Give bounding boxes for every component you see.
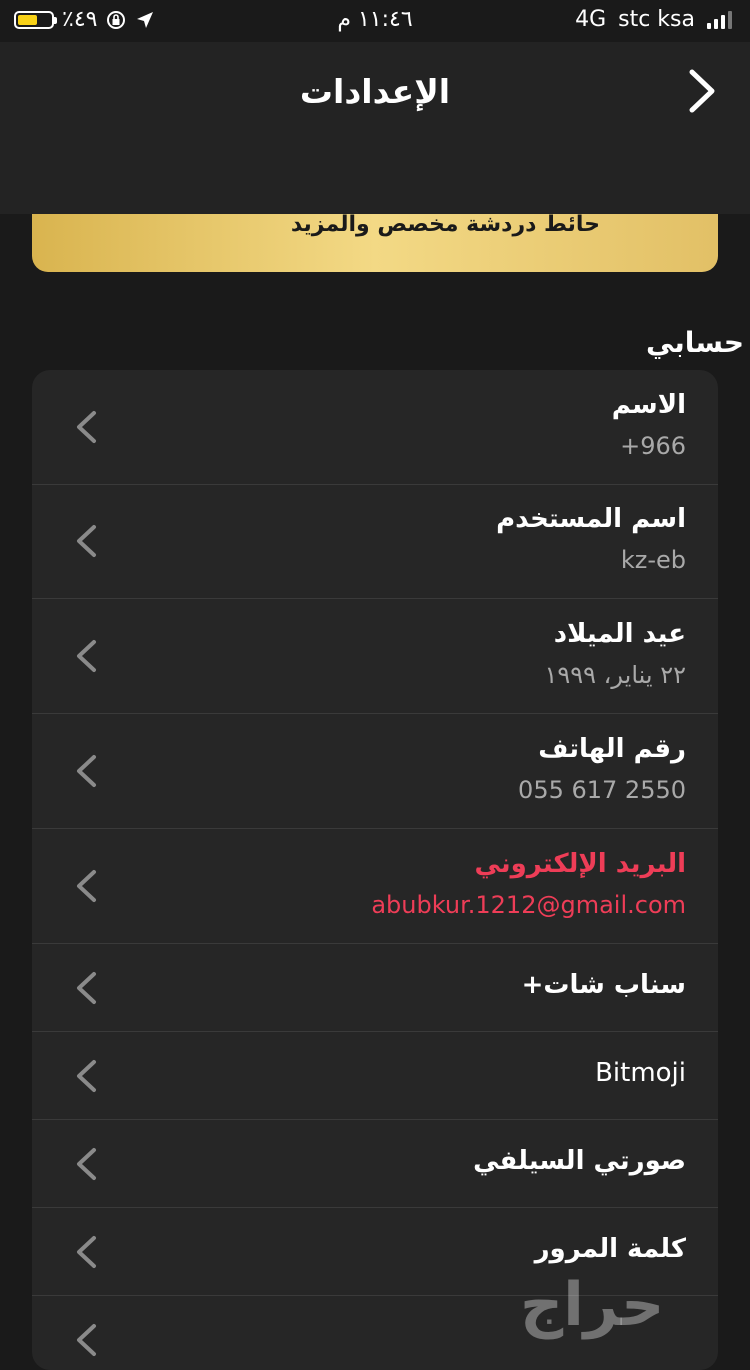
row-value: abubkur.1212@gmail.com (371, 891, 686, 919)
chevron-left-icon (77, 1324, 96, 1356)
nav-header: الإعدادات (0, 42, 750, 214)
chevron-left-icon (77, 1060, 96, 1092)
row-label: عيد الميلاد (553, 619, 686, 649)
row-label: اسم المستخدم (496, 504, 686, 534)
chevron-left-icon (77, 755, 96, 787)
chevron-left-icon (77, 640, 96, 672)
row-phone-number[interactable]: رقم الهاتف 055 617 2550 (32, 714, 718, 829)
chevron-left-icon (77, 1236, 96, 1268)
row-value: kz-eb (620, 546, 686, 574)
status-bar: ٪٤٩ ١١:٤٦ م 4G stc ksa (0, 0, 750, 42)
chevron-left-icon (77, 972, 96, 1004)
row-value: ٢٢ يناير، ١٩٩٩ (544, 661, 686, 689)
row-snapchat-plus[interactable]: سناب شات+ (32, 944, 718, 1032)
snapchat-plus-promo-banner[interactable]: حائط دردشة مخصص والمزيد (32, 212, 718, 272)
row-label: صورتي السيلفي (473, 1146, 686, 1176)
signal-icon (707, 10, 732, 29)
row-label: Bitmoji (595, 1058, 686, 1088)
row-bitmoji[interactable]: Bitmoji (32, 1032, 718, 1120)
row-label: رقم الهاتف (538, 734, 686, 764)
row-label: الاسم (611, 390, 686, 420)
row-name[interactable]: الاسم +966 (32, 370, 718, 485)
row-label: كلمة المرور (534, 1234, 686, 1264)
back-chevron-icon[interactable] (682, 68, 722, 114)
watermark-logo: حراج (520, 1270, 665, 1340)
carrier-name: stc ksa (618, 7, 695, 32)
promo-text: حائط دردشة مخصص والمزيد (290, 212, 600, 237)
page-title: الإعدادات (299, 72, 451, 111)
chevron-left-icon (77, 1148, 96, 1180)
row-email[interactable]: البريد الإلكتروني abubkur.1212@gmail.com (32, 829, 718, 944)
chevron-left-icon (77, 870, 96, 902)
row-birthday[interactable]: عيد الميلاد ٢٢ يناير، ١٩٩٩ (32, 599, 718, 714)
row-value: +966 (620, 432, 686, 460)
chevron-left-icon (77, 525, 96, 557)
row-label: سناب شات+ (521, 970, 686, 1000)
row-username[interactable]: اسم المستخدم kz-eb (32, 484, 718, 599)
status-right: 4G stc ksa (575, 7, 732, 32)
section-title-my-account: حسابي (645, 326, 744, 359)
row-my-selfie[interactable]: صورتي السيلفي (32, 1120, 718, 1208)
row-value: 055 617 2550 (518, 776, 686, 804)
network-type: 4G (575, 7, 607, 32)
row-label: البريد الإلكتروني (474, 849, 686, 879)
account-settings-card: الاسم +966 اسم المستخدم kz-eb عيد الميلا… (32, 370, 718, 1370)
chevron-left-icon (77, 411, 96, 443)
